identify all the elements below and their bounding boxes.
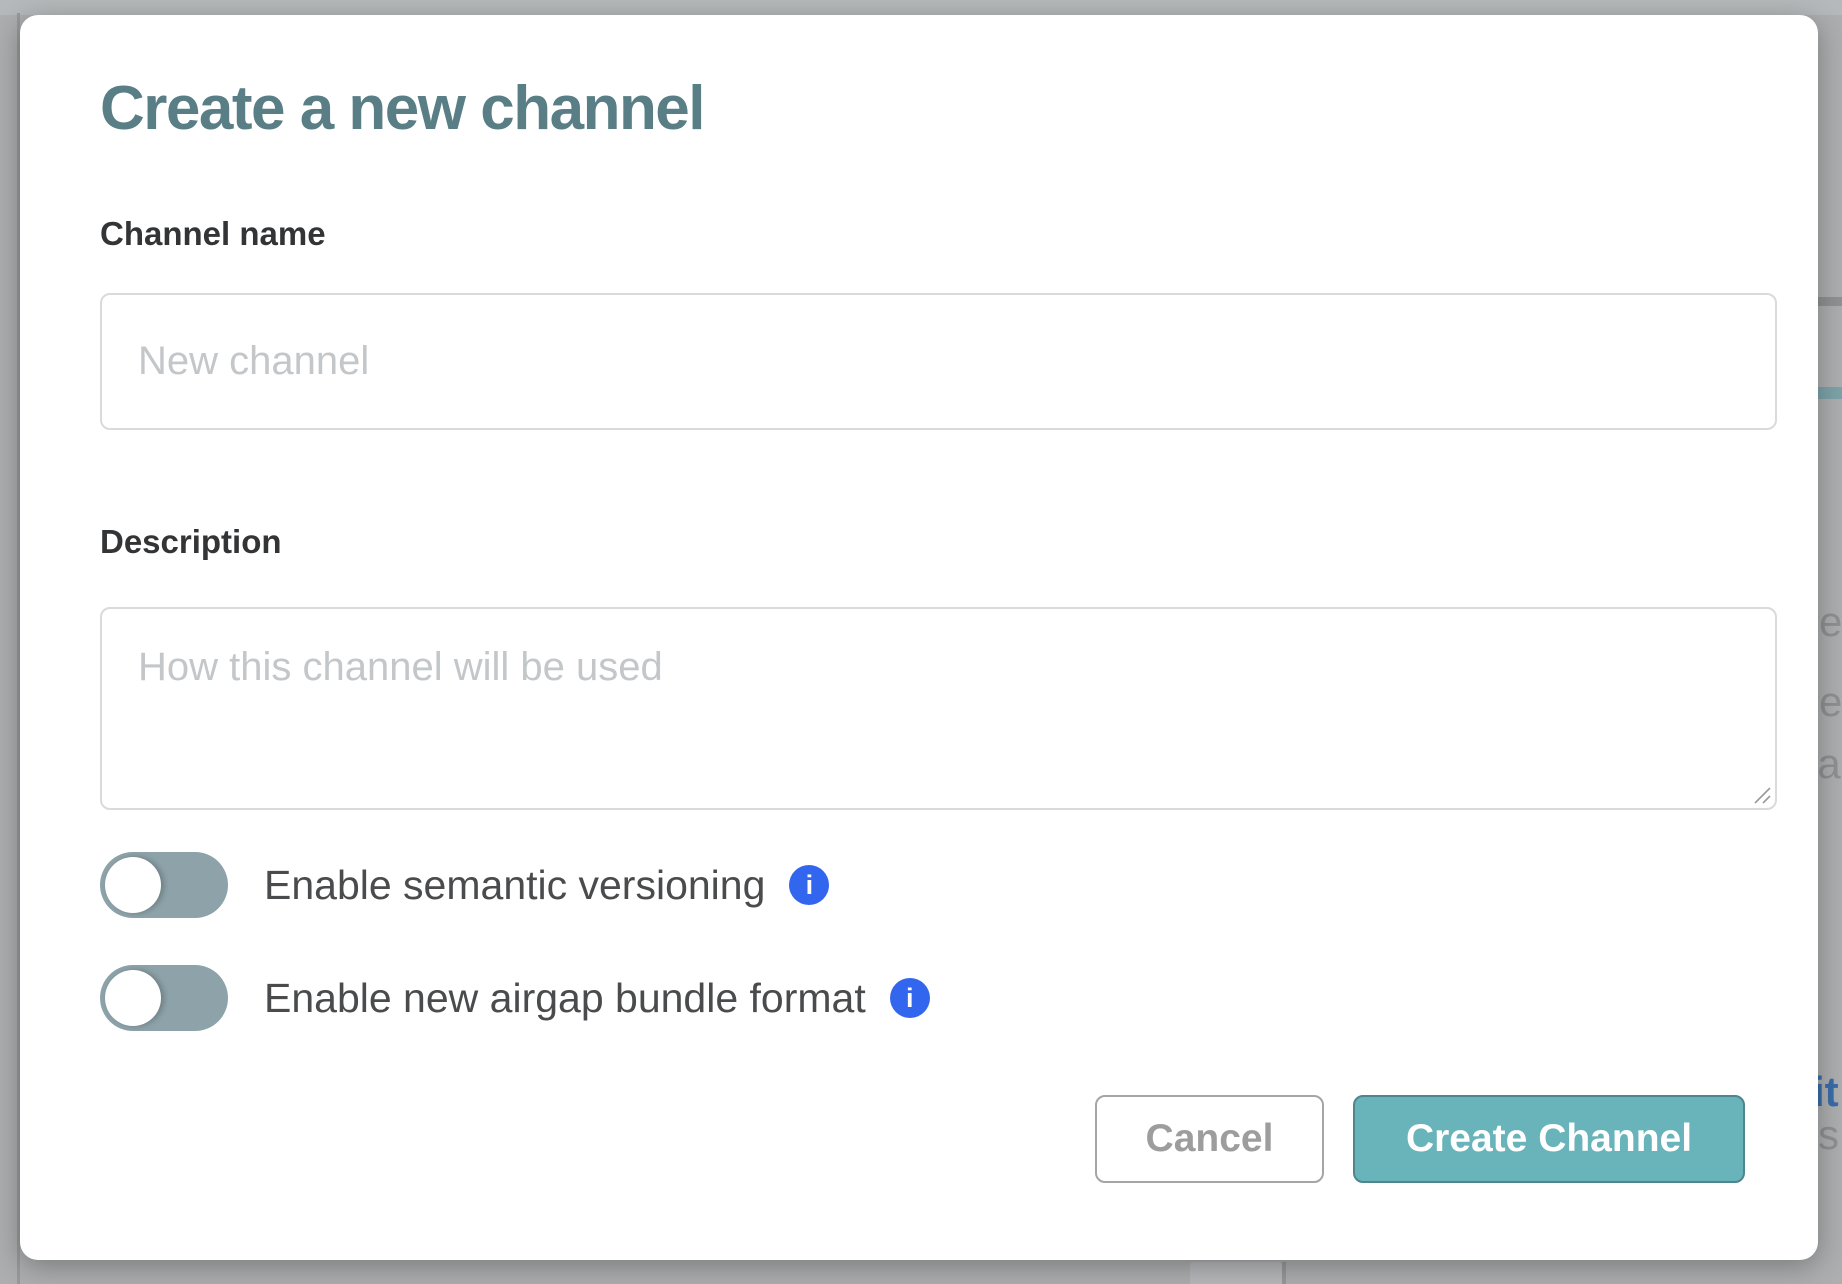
description-field-wrapper bbox=[100, 607, 1777, 810]
semantic-versioning-label: Enable semantic versioning bbox=[264, 862, 765, 909]
textarea-resize-handle[interactable] bbox=[1751, 784, 1771, 804]
semantic-versioning-toggle[interactable] bbox=[100, 852, 228, 918]
channel-name-input[interactable] bbox=[100, 293, 1777, 430]
info-icon[interactable]: i bbox=[890, 978, 930, 1018]
background-text-fragment: s bbox=[1818, 1114, 1839, 1156]
screen: e e ia it s Create a new channel Channel… bbox=[0, 0, 1842, 1284]
background-button-fragment bbox=[1190, 1262, 1282, 1284]
background-teal-band bbox=[1818, 387, 1842, 399]
background-text-fragment: e bbox=[1819, 681, 1842, 723]
background-text-fragment: e bbox=[1819, 601, 1842, 643]
channel-name-label: Channel name bbox=[100, 215, 326, 253]
airgap-bundle-row: Enable new airgap bundle format i bbox=[100, 965, 930, 1031]
semantic-versioning-row: Enable semantic versioning i bbox=[100, 852, 829, 918]
info-icon[interactable]: i bbox=[789, 865, 829, 905]
create-channel-button[interactable]: Create Channel bbox=[1353, 1095, 1745, 1183]
background-page-top-edge bbox=[0, 0, 1842, 15]
airgap-bundle-toggle[interactable] bbox=[100, 965, 228, 1031]
description-label: Description bbox=[100, 523, 282, 561]
background-divider-fragment bbox=[1282, 1262, 1286, 1284]
airgap-bundle-label: Enable new airgap bundle format bbox=[264, 975, 866, 1022]
toggle-knob bbox=[105, 970, 161, 1026]
dialog-title: Create a new channel bbox=[100, 73, 704, 144]
create-channel-dialog: Create a new channel Channel name Descri… bbox=[20, 15, 1818, 1260]
dialog-actions: Cancel Create Channel bbox=[1095, 1095, 1745, 1183]
background-dark-band bbox=[1818, 297, 1842, 306]
toggle-knob bbox=[105, 857, 161, 913]
description-textarea[interactable] bbox=[100, 607, 1777, 810]
cancel-button[interactable]: Cancel bbox=[1095, 1095, 1324, 1183]
